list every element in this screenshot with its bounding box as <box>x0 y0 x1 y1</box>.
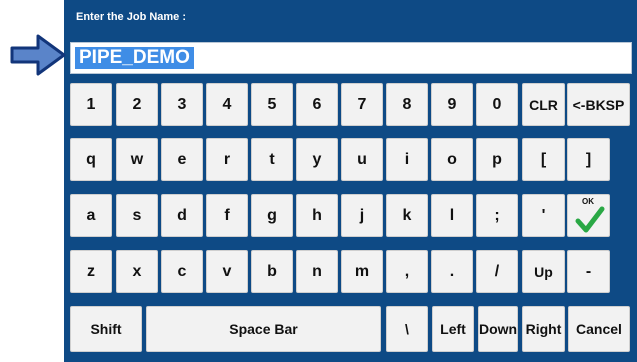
key-k[interactable]: k <box>386 194 428 237</box>
key-n[interactable]: n <box>296 250 338 293</box>
key-x[interactable]: x <box>116 250 158 293</box>
key-u[interactable]: u <box>341 138 383 181</box>
key-b[interactable]: b <box>251 250 293 293</box>
key-g[interactable]: g <box>251 194 293 237</box>
job-name-input-value: PIPE_DEMO <box>75 47 194 69</box>
key-m[interactable]: m <box>341 250 383 293</box>
right-button[interactable]: Right <box>522 306 565 352</box>
key-6[interactable]: 6 <box>296 83 338 126</box>
key-w[interactable]: w <box>116 138 158 181</box>
key-s[interactable]: s <box>116 194 158 237</box>
key-r[interactable]: r <box>206 138 248 181</box>
backspace-button[interactable]: <-BKSP <box>567 83 630 126</box>
checkmark-icon <box>575 206 605 233</box>
key-p[interactable]: p <box>476 138 518 181</box>
key-3[interactable]: 3 <box>161 83 203 126</box>
key-4[interactable]: 4 <box>206 83 248 126</box>
space-bar-button[interactable]: Space Bar <box>146 306 381 352</box>
down-button[interactable]: Down <box>478 306 518 352</box>
key-8[interactable]: 8 <box>386 83 428 126</box>
arrow-right-icon <box>10 34 66 76</box>
key-q[interactable]: q <box>70 138 112 181</box>
key-c[interactable]: c <box>161 250 203 293</box>
key-7[interactable]: 7 <box>341 83 383 126</box>
key-h[interactable]: h <box>296 194 338 237</box>
key-a[interactable]: a <box>70 194 112 237</box>
key-y[interactable]: y <box>296 138 338 181</box>
key-apostrophe[interactable]: ' <box>522 194 565 237</box>
key-slash[interactable]: / <box>476 250 518 293</box>
key-f[interactable]: f <box>206 194 248 237</box>
key-e[interactable]: e <box>161 138 203 181</box>
key-period[interactable]: . <box>431 250 473 293</box>
key-t[interactable]: t <box>251 138 293 181</box>
key-5[interactable]: 5 <box>251 83 293 126</box>
key-left-bracket[interactable]: [ <box>522 138 565 181</box>
key-comma[interactable]: , <box>386 250 428 293</box>
key-1[interactable]: 1 <box>70 83 112 126</box>
shift-button[interactable]: Shift <box>70 306 142 352</box>
key-9[interactable]: 9 <box>431 83 473 126</box>
key-2[interactable]: 2 <box>116 83 158 126</box>
key-l[interactable]: l <box>431 194 473 237</box>
cancel-button[interactable]: Cancel <box>568 306 630 352</box>
left-button[interactable]: Left <box>432 306 474 352</box>
ok-button[interactable]: OK <box>567 194 610 237</box>
key-d[interactable]: d <box>161 194 203 237</box>
key-v[interactable]: v <box>206 250 248 293</box>
key-o[interactable]: o <box>431 138 473 181</box>
key-z[interactable]: z <box>70 250 112 293</box>
prompt-label: Enter the Job Name : <box>76 11 187 23</box>
job-name-input[interactable]: PIPE_DEMO <box>70 42 632 74</box>
key-backslash[interactable]: \ <box>386 306 428 352</box>
key-0[interactable]: 0 <box>476 83 518 126</box>
key-right-bracket[interactable]: ] <box>567 138 610 181</box>
clear-button[interactable]: CLR <box>522 83 565 126</box>
up-button[interactable]: Up <box>522 250 565 293</box>
key-j[interactable]: j <box>341 194 383 237</box>
key-i[interactable]: i <box>386 138 428 181</box>
key-semicolon[interactable]: ; <box>476 194 518 237</box>
key-minus[interactable]: - <box>567 250 610 293</box>
